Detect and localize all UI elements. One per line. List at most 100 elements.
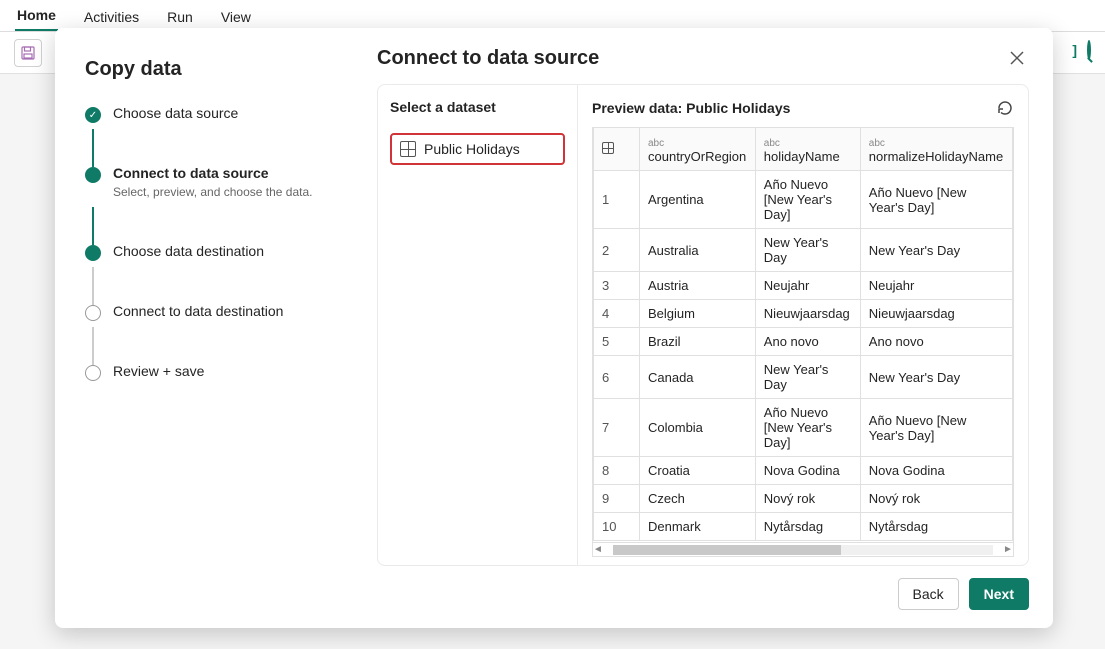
refresh-button[interactable] <box>996 99 1014 117</box>
content-card: Select a dataset Public Holidays Preview… <box>377 84 1029 566</box>
table-icon <box>400 141 416 157</box>
cell[interactable]: Año Nuevo [New Year's Day] <box>755 171 860 229</box>
step-connector <box>92 207 94 245</box>
row-number: 4 <box>594 300 640 328</box>
wizard-step[interactable]: Review + save <box>85 363 335 389</box>
ribbon-tab-activities[interactable]: Activities <box>82 3 141 31</box>
table-row[interactable]: 8CroatiaNova GodinaNova Godina <box>594 457 1013 485</box>
cell[interactable]: Neujahr <box>755 272 860 300</box>
cell[interactable]: Nieuwjaarsdag <box>755 300 860 328</box>
back-button[interactable]: Back <box>898 578 959 610</box>
wizard-step[interactable]: Choose data destination <box>85 243 335 269</box>
cell[interactable]: Ano novo <box>755 328 860 356</box>
cell[interactable]: Colombia <box>640 399 756 457</box>
cell[interactable]: New Year's Day <box>755 356 860 399</box>
wizard-content: Connect to data source Select a dataset … <box>353 28 1053 628</box>
next-button[interactable]: Next <box>969 578 1029 610</box>
footer-buttons: Back Next <box>377 566 1029 610</box>
step-dot <box>85 245 101 261</box>
step-dot <box>85 305 101 321</box>
cell[interactable]: Czech <box>640 485 756 513</box>
overflow-icon[interactable]: ] <box>1072 42 1077 58</box>
ribbon-tab-run[interactable]: Run <box>165 3 195 31</box>
step-dot <box>85 365 101 381</box>
cell[interactable]: Australia <box>640 229 756 272</box>
cell[interactable]: Año Nuevo [New Year's Day] <box>755 399 860 457</box>
step-label: Choose data destination <box>113 243 264 259</box>
cell[interactable]: Nový rok <box>755 485 860 513</box>
table-row[interactable]: 7ColombiaAño Nuevo [New Year's Day]Año N… <box>594 399 1013 457</box>
dataset-item-public-holidays[interactable]: Public Holidays <box>390 133 565 165</box>
cell[interactable]: Canada <box>640 356 756 399</box>
column-header[interactable]: abc countryOrRegion <box>640 128 756 171</box>
dataset-header: Select a dataset <box>390 99 565 115</box>
cell[interactable]: New Year's Day <box>860 229 1012 272</box>
cell[interactable]: Año Nuevo [New Year's Day] <box>860 171 1012 229</box>
ribbon-tab-view[interactable]: View <box>219 3 253 31</box>
row-number: 6 <box>594 356 640 399</box>
search-icon[interactable] <box>1087 42 1091 58</box>
column-header[interactable]: abc holidayName <box>755 128 860 171</box>
table-row[interactable]: 2AustraliaNew Year's DayNew Year's Day <box>594 229 1013 272</box>
step-connector <box>92 129 94 167</box>
row-number: 3 <box>594 272 640 300</box>
table-row[interactable]: 4BelgiumNieuwjaarsdagNieuwjaarsdag <box>594 300 1013 328</box>
panel-title: Connect to data source <box>377 47 599 70</box>
column-header[interactable]: abc normalizeHolidayName <box>860 128 1012 171</box>
close-button[interactable] <box>1005 46 1029 70</box>
save-button[interactable] <box>14 39 42 67</box>
cell[interactable]: Nytårsdag <box>860 513 1012 541</box>
cell[interactable]: New Year's Day <box>755 229 860 272</box>
step-dot <box>85 167 101 183</box>
step-connector <box>92 327 94 365</box>
step-subtext: Select, preview, and choose the data. <box>113 185 312 201</box>
grid-corner <box>594 128 640 171</box>
data-grid[interactable]: abc countryOrRegionabc holidayNameabc no… <box>592 127 1014 543</box>
table-row[interactable]: 10DenmarkNytårsdagNytårsdag <box>594 513 1013 541</box>
step-label: Connect to data source <box>113 165 312 181</box>
cell[interactable]: Neujahr <box>860 272 1012 300</box>
wizard-step[interactable]: ✓ Choose data source <box>85 105 335 131</box>
cell[interactable]: Argentina <box>640 171 756 229</box>
step-label: Choose data source <box>113 105 238 121</box>
preview-panel: Preview data: Public Holidays abc countr… <box>578 85 1028 565</box>
table-row[interactable]: 9CzechNový rokNový rok <box>594 485 1013 513</box>
cell[interactable]: Brazil <box>640 328 756 356</box>
row-number: 9 <box>594 485 640 513</box>
step-label: Review + save <box>113 363 204 379</box>
cell[interactable]: Croatia <box>640 457 756 485</box>
dataset-item-label: Public Holidays <box>424 141 520 157</box>
cell[interactable]: New Year's Day <box>860 356 1012 399</box>
cell[interactable]: Nova Godina <box>860 457 1012 485</box>
row-number: 5 <box>594 328 640 356</box>
cell[interactable]: Nova Godina <box>755 457 860 485</box>
step-dot: ✓ <box>85 107 101 123</box>
cell[interactable]: Nytårsdag <box>755 513 860 541</box>
row-number: 10 <box>594 513 640 541</box>
horizontal-scrollbar[interactable]: ◄ ► <box>592 543 1014 557</box>
step-connector <box>92 267 94 305</box>
save-icon <box>21 46 35 60</box>
cell[interactable]: Austria <box>640 272 756 300</box>
cell[interactable]: Denmark <box>640 513 756 541</box>
cell[interactable]: Nový rok <box>860 485 1012 513</box>
wizard-step[interactable]: Connect to data destination <box>85 303 335 329</box>
step-label: Connect to data destination <box>113 303 283 319</box>
wizard-step[interactable]: Connect to data source Select, preview, a… <box>85 165 335 209</box>
cell[interactable]: Año Nuevo [New Year's Day] <box>860 399 1012 457</box>
wizard-sidebar: Copy data ✓ Choose data source Connect to … <box>55 28 353 628</box>
dataset-list: Select a dataset Public Holidays <box>378 85 578 565</box>
row-number: 1 <box>594 171 640 229</box>
table-row[interactable]: 6CanadaNew Year's DayNew Year's Day <box>594 356 1013 399</box>
cell[interactable]: Ano novo <box>860 328 1012 356</box>
row-number: 7 <box>594 399 640 457</box>
wizard-title: Copy data <box>85 58 335 81</box>
row-number: 8 <box>594 457 640 485</box>
close-icon <box>1009 50 1025 66</box>
cell[interactable]: Nieuwjaarsdag <box>860 300 1012 328</box>
table-row[interactable]: 5BrazilAno novoAno novo <box>594 328 1013 356</box>
table-row[interactable]: 3AustriaNeujahrNeujahr <box>594 272 1013 300</box>
cell[interactable]: Belgium <box>640 300 756 328</box>
table-row[interactable]: 1ArgentinaAño Nuevo [New Year's Day]Año … <box>594 171 1013 229</box>
ribbon-tab-home[interactable]: Home <box>15 1 58 31</box>
